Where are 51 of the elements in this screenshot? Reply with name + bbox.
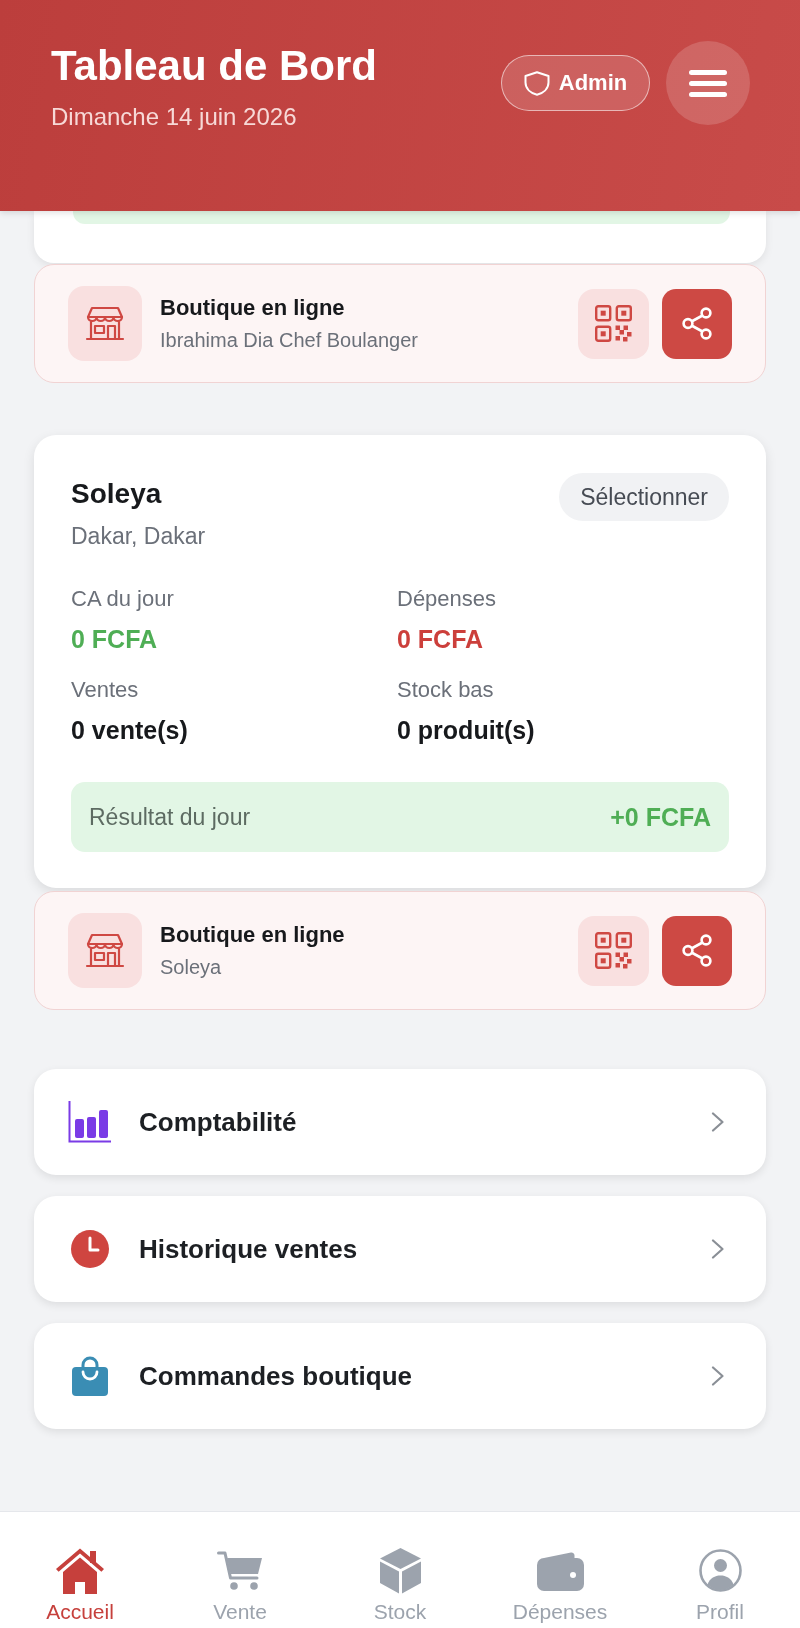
share-button[interactable] <box>662 915 732 986</box>
stat-label: Dépenses <box>397 586 497 612</box>
menu-item[interactable]: Comptabilité <box>34 1069 766 1175</box>
stat-label: Ventes <box>71 677 140 703</box>
share-button[interactable] <box>662 288 732 359</box>
stat-label: Stock bas <box>397 677 495 703</box>
qr-code-icon <box>595 932 632 969</box>
menu-item[interactable]: Historique ventes <box>34 1196 766 1302</box>
menu-item[interactable]: Commandes boutique <box>34 1323 766 1429</box>
nav-tab[interactable]: Vente <box>160 1512 320 1628</box>
location-label: Dakar, Dakar <box>71 522 206 550</box>
role-label: Admin <box>558 70 628 96</box>
online-shop-title: Boutique en ligne <box>160 922 346 948</box>
nav-tab[interactable]: Accueil <box>0 1512 160 1628</box>
online-shop-name: Ibrahima Dia Chef Boulanger <box>160 328 419 352</box>
qr-code-button[interactable] <box>578 915 649 986</box>
user-icon <box>698 1548 742 1592</box>
stat-value: 0 vente(s) <box>71 715 188 745</box>
qr-code-button[interactable] <box>578 288 649 359</box>
qr-code-icon <box>595 305 632 342</box>
stat-value: 0 FCFA <box>71 624 159 654</box>
nav-tab[interactable]: Profil <box>640 1512 800 1628</box>
share-icon <box>682 307 712 340</box>
cube-icon <box>378 1546 422 1594</box>
bar-chart-icon <box>68 1101 111 1143</box>
page-title: Tableau de Bord <box>51 42 377 90</box>
shop-name: Soleya <box>71 477 163 511</box>
chevron-right-icon <box>711 1366 725 1386</box>
stat-value: 0 produit(s) <box>397 715 535 745</box>
stat-value: 0 FCFA <box>397 624 485 654</box>
result-value: +0 FCFA <box>610 802 711 832</box>
nav-tab[interactable]: Dépenses <box>480 1512 640 1628</box>
cart-icon <box>217 1549 263 1591</box>
menu-icon <box>689 69 727 97</box>
date-label: Dimanche 14 juin 2026 <box>51 103 298 131</box>
stat-label: CA du jour <box>71 586 174 612</box>
shopping-bag-icon <box>70 1356 109 1396</box>
storefront-icon <box>68 913 142 988</box>
chevron-right-icon <box>711 1112 725 1132</box>
chevron-right-icon <box>711 1239 725 1259</box>
clock-icon <box>70 1230 109 1268</box>
home-icon <box>55 1546 105 1594</box>
online-shop-name: Soleya <box>160 955 223 979</box>
select-button[interactable]: Sélectionner <box>559 473 729 521</box>
online-shop-title: Boutique en ligne <box>160 295 346 321</box>
wallet-icon <box>536 1549 584 1591</box>
share-icon <box>682 934 712 967</box>
storefront-icon <box>68 286 142 361</box>
result-label: Résultat du jour <box>89 803 251 831</box>
nav-tab[interactable]: Stock <box>320 1512 480 1628</box>
shield-icon <box>523 70 550 96</box>
